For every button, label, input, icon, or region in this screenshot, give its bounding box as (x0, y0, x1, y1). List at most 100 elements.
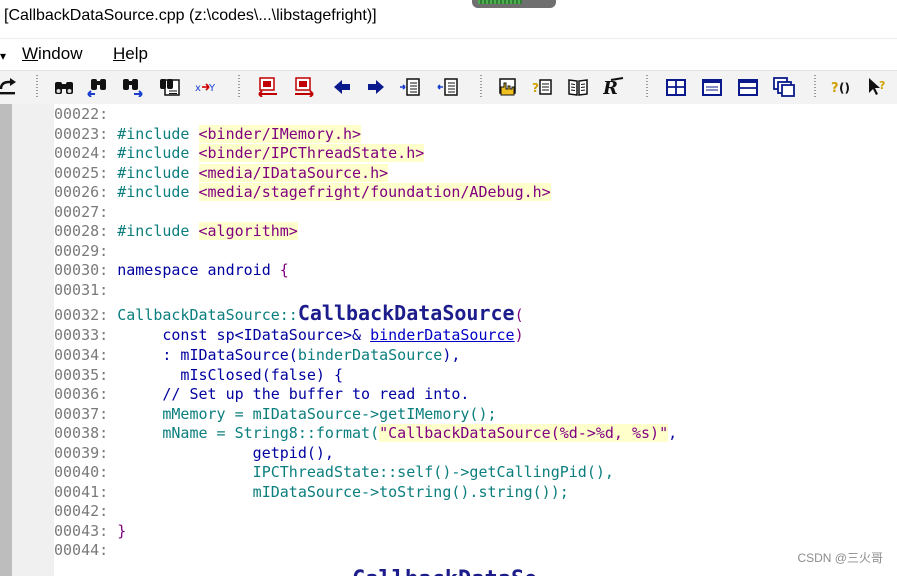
line-number: 00028: (54, 222, 109, 241)
identifier: binderDataSource (297, 346, 443, 365)
code-text: mName = String8::format( (117, 424, 380, 443)
brace: } (117, 521, 127, 540)
code-line: 00028: #include <algorithm> (54, 222, 677, 242)
code-text: mIDataSource->toString().string()); (117, 482, 569, 501)
line-number: 00023: (54, 124, 109, 143)
line-number: 00027: (54, 202, 109, 221)
toolbar-separator (238, 75, 240, 99)
line-number: 00039: (54, 443, 109, 462)
redo-icon[interactable] (0, 76, 20, 98)
line-number: 00036: (54, 385, 109, 404)
line-number: 00032: (54, 306, 109, 325)
binoculars-icon[interactable] (52, 76, 76, 98)
question-list-icon[interactable]: ? (530, 76, 554, 98)
binoculars-file-icon[interactable] (158, 76, 182, 98)
code-line: 00030: namespace android { (54, 261, 677, 281)
code-line: 00025: #include <media/IDataSource.h> (54, 163, 677, 184)
menu-overflow-arrow-icon[interactable]: ▾ (0, 49, 6, 63)
code-line: 00036: // Set up the buffer to read into… (54, 385, 677, 405)
next-definition-preview: CallbackDataSo (352, 566, 537, 576)
bookmark-prev-icon[interactable] (256, 76, 280, 98)
code-line: 00022: (54, 105, 677, 125)
code-text: mMemory = mIDataSource->getIMemory(); (117, 404, 497, 423)
window-cascade-icon[interactable] (772, 76, 796, 98)
code-line: 00029: (54, 242, 677, 262)
code-comment: // Set up the buffer to read into. (117, 385, 470, 404)
namespace-name: android (207, 261, 271, 280)
line-number: 00041: (54, 482, 109, 501)
binoculars-forward-icon[interactable] (120, 76, 144, 98)
menu-bar: ▾ Window Help (0, 40, 897, 70)
code-line: 00035: mIsClosed(false) { (54, 366, 677, 386)
query-icon[interactable]: R (602, 76, 626, 98)
code-text: IPCThreadState::self()->getCallingPid(), (117, 463, 614, 482)
svg-text:x: x (195, 83, 201, 94)
line-number: 00042: (54, 502, 109, 521)
line-number: 00037: (54, 404, 109, 423)
code-line: 00024: #include <binder/IPCThreadState.h… (54, 144, 677, 164)
code-line: 00043: } (54, 522, 677, 542)
svg-text:?: ? (831, 81, 839, 96)
book-icon[interactable] (566, 76, 590, 98)
type-text: sp<IDataSource>& (207, 326, 371, 345)
window-split-icon[interactable] (736, 76, 760, 98)
code-line: 00041: mIDataSource->toString().string()… (54, 483, 677, 503)
svg-text:R: R (603, 78, 618, 97)
window-single-icon[interactable] (700, 76, 724, 98)
bookmark-next-icon[interactable] (292, 76, 316, 98)
code-line: 00031: (54, 281, 677, 301)
svg-text:(): () (839, 81, 850, 95)
preprocessor-directive: #include (117, 183, 190, 202)
code-line: 00027: (54, 203, 677, 223)
paren: ) (514, 326, 524, 345)
include-path: <media/stagefright/foundation/ADebug.h> (198, 183, 551, 202)
svg-text:?: ? (879, 79, 885, 92)
line-number: 00044: (54, 541, 109, 560)
menu-window-label: indow (38, 44, 83, 63)
context-help-icon[interactable]: ?() (830, 76, 854, 98)
code-lines: 00022: 00023: #include <binder/IMemory.h… (54, 105, 677, 561)
line-number: 00031: (54, 280, 109, 299)
code-line: 00032: CallbackDataSource::CallbackDataS… (54, 300, 677, 326)
line-number: 00033: (54, 326, 109, 345)
jump-forward-icon[interactable] (436, 76, 460, 98)
line-number: 00030: (54, 261, 109, 280)
menu-window[interactable]: Window (22, 44, 82, 64)
include-path: <binder/IMemory.h> (198, 124, 362, 143)
toolbar-separator (36, 75, 38, 99)
hand-pointer-icon[interactable] (496, 76, 520, 98)
menu-help-accel: H (113, 44, 126, 63)
paren: ( (514, 306, 524, 325)
line-number: 00040: (54, 463, 109, 482)
code-line: 00040: IPCThreadState::self()->getCallin… (54, 463, 677, 483)
replace-icon[interactable]: xY (194, 76, 218, 98)
title-indicator (472, 0, 556, 8)
title-bar: [CallbackDataSource.cpp (z:\codes\...\li… (0, 0, 897, 39)
code-line: 00044: (54, 541, 677, 561)
code-line: 00037: mMemory = mIDataSource->getIMemor… (54, 405, 677, 425)
menu-help[interactable]: Help (113, 44, 148, 64)
string-literal: "CallbackDataSource(%d->%d, %s)" (379, 424, 669, 443)
window-tile-icon[interactable] (664, 76, 688, 98)
toolbar-separator (814, 75, 816, 99)
arrow-left-icon[interactable] (330, 76, 354, 98)
code-line: 00026: #include <media/stagefright/found… (54, 183, 677, 203)
code-line: 00023: #include <binder/IMemory.h> (54, 124, 677, 145)
line-number: 00034: (54, 346, 109, 365)
code-text: , (668, 424, 678, 443)
whats-this-icon[interactable]: ? (866, 76, 890, 98)
include-path: <algorithm> (198, 222, 298, 241)
code-text: mIsClosed(false) { (117, 365, 343, 384)
include-path: <media/IDataSource.h> (198, 163, 389, 182)
toolbar: xY ? R ?() ? (0, 70, 897, 105)
jump-back-icon[interactable] (398, 76, 422, 98)
code-line: 00033: const sp<IDataSource>& binderData… (54, 326, 677, 346)
include-path: <binder/IPCThreadState.h> (198, 144, 425, 163)
line-number: 00022: (54, 105, 109, 123)
arrow-right-icon[interactable] (364, 76, 388, 98)
code-editor[interactable]: 00022: 00023: #include <binder/IMemory.h… (0, 104, 897, 576)
binoculars-back-icon[interactable] (86, 76, 110, 98)
line-number: 00024: (54, 144, 109, 163)
brace: { (279, 261, 289, 280)
